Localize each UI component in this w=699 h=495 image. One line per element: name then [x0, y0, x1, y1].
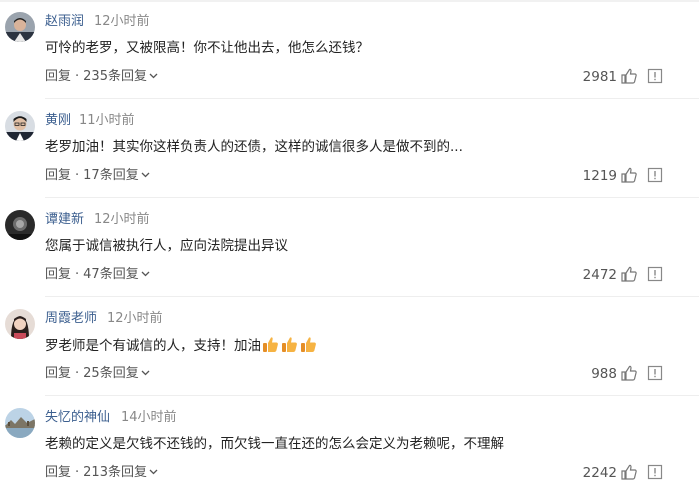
comment-text: 老罗加油！其实你这样负责人的还债，这样的诚信很多人是做不到的...: [45, 139, 463, 155]
user-avatar[interactable]: [5, 210, 35, 240]
comment-actions: 回复 · 17条回复: [45, 168, 150, 184]
replies-count-label: 235条回复: [83, 69, 147, 84]
comment-username[interactable]: 失忆的神仙: [45, 410, 110, 426]
comment-text: 罗老师是个有诚信的人，支持！加油: [45, 336, 319, 358]
chevron-down-icon: [149, 73, 158, 79]
chevron-down-icon: [141, 370, 150, 376]
reply-button[interactable]: 回复: [45, 69, 71, 84]
thumbs-up-icon[interactable]: [620, 265, 638, 283]
thumbs-up-emoji-icon: [263, 337, 278, 352]
reply-button[interactable]: 回复: [45, 168, 71, 183]
comment-time: 12小时前: [107, 311, 163, 326]
report-icon[interactable]: [647, 464, 663, 480]
comment-time: 14小时前: [121, 410, 177, 425]
replies-count-label: 25条回复: [83, 366, 139, 381]
user-avatar-man-glasses-icon: [5, 111, 35, 141]
like-count: 1219: [582, 168, 617, 184]
user-avatar[interactable]: [5, 12, 35, 42]
separator: ·: [75, 168, 80, 183]
view-replies-button[interactable]: 25条回复: [83, 366, 150, 381]
like-count: 2981: [582, 69, 617, 85]
comment-time: 12小时前: [94, 212, 150, 227]
comment-username[interactable]: 黄刚: [45, 113, 71, 129]
chevron-down-icon: [141, 172, 150, 178]
comment-username[interactable]: 赵雨润: [45, 14, 84, 30]
thumbs-up-icon[interactable]: [620, 166, 638, 184]
user-avatar[interactable]: [5, 309, 35, 339]
thumbs-up-emoji-icon: [301, 337, 316, 352]
comment-time: 11小时前: [79, 113, 135, 128]
user-avatar-woman-icon: [5, 309, 35, 339]
like-count: 2242: [582, 465, 617, 481]
comment-username[interactable]: 周霞老师: [45, 311, 97, 327]
reply-button[interactable]: 回复: [45, 465, 71, 480]
replies-count-label: 47条回复: [83, 267, 139, 282]
user-avatar-dark-icon: [5, 210, 35, 240]
comment-username[interactable]: 谭建新: [45, 212, 84, 228]
thumbs-up-emoji-icon: [282, 337, 297, 352]
thumbs-up-icon[interactable]: [620, 463, 638, 481]
comment-actions: 回复 · 235条回复: [45, 69, 158, 85]
comment-item: 黄刚 11小时前 老罗加油！其实你这样负责人的还债，这样的诚信很多人是做不到的.…: [0, 99, 699, 198]
comment-item: 谭建新 12小时前 您属于诚信被执行人，应向法院提出异议 回复 · 47条回复 24…: [0, 198, 699, 297]
comment-text: 您属于诚信被执行人，应向法院提出异议: [45, 238, 288, 254]
reply-button[interactable]: 回复: [45, 366, 71, 381]
chevron-down-icon: [149, 469, 158, 475]
separator: ·: [75, 69, 80, 84]
user-avatar[interactable]: [5, 408, 35, 438]
comment-text: 可怜的老罗，又被限高！你不让他出去，他怎么还钱？: [45, 40, 369, 56]
report-icon[interactable]: [647, 266, 663, 282]
replies-count-label: 17条回复: [83, 168, 139, 183]
comment-actions: 回复 · 213条回复: [45, 465, 158, 481]
emoji-row: [262, 336, 319, 358]
comment-text-body: 罗老师是个有诚信的人，支持！加油: [45, 338, 261, 354]
report-icon[interactable]: [647, 68, 663, 84]
separator: ·: [75, 267, 80, 282]
like-count: 988: [591, 366, 617, 382]
separator: ·: [75, 465, 80, 480]
comment-item: 周霞老师 12小时前 罗老师是个有诚信的人，支持！加油 回复 · 25条回复 988: [0, 297, 699, 396]
replies-count-label: 213条回复: [83, 465, 147, 480]
view-replies-button[interactable]: 47条回复: [83, 267, 150, 282]
user-avatar-landscape-icon: [5, 408, 35, 438]
comment-actions: 回复 · 47条回复: [45, 267, 150, 283]
user-avatar-man-suit-icon: [5, 12, 35, 42]
comment-item: 失忆的神仙 14小时前 老赖的定义是欠钱不还钱的，而欠钱一直在还的怎么会定义为老…: [0, 396, 699, 495]
separator: ·: [75, 366, 80, 381]
like-count: 2472: [582, 267, 617, 283]
comment-time: 12小时前: [94, 14, 150, 29]
thumbs-up-icon[interactable]: [620, 67, 638, 85]
comment-item: 赵雨润 12小时前 可怜的老罗，又被限高！你不让他出去，他怎么还钱？ 回复 · 23…: [0, 0, 699, 99]
reply-button[interactable]: 回复: [45, 267, 71, 282]
user-avatar[interactable]: [5, 111, 35, 141]
chevron-down-icon: [141, 271, 150, 277]
view-replies-button[interactable]: 235条回复: [83, 69, 158, 84]
view-replies-button[interactable]: 17条回复: [83, 168, 150, 183]
comment-text: 老赖的定义是欠钱不还钱的，而欠钱一直在还的怎么会定义为老赖呢，不理解: [45, 436, 504, 452]
comment-actions: 回复 · 25条回复: [45, 366, 150, 382]
report-icon[interactable]: [647, 167, 663, 183]
view-replies-button[interactable]: 213条回复: [83, 465, 158, 480]
thumbs-up-icon[interactable]: [620, 364, 638, 382]
report-icon[interactable]: [647, 365, 663, 381]
